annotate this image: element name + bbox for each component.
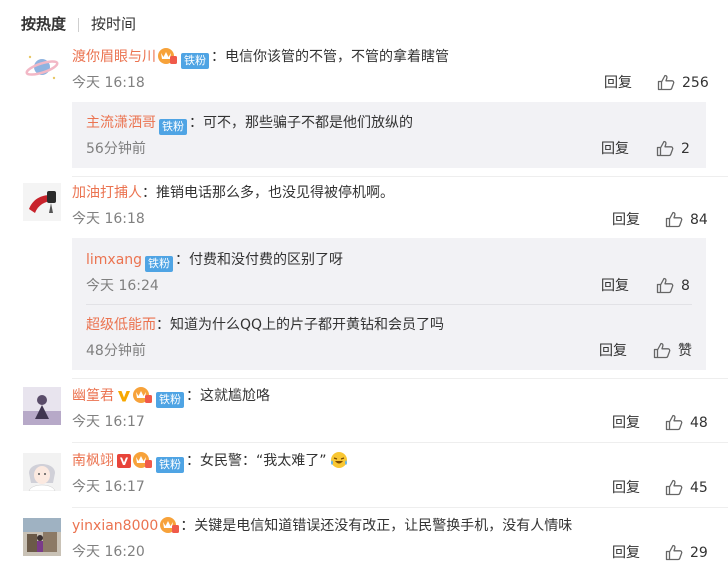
comment-content: yinxian8000 ：关键是电信知道错误还没有改正，让民警换手机，没有人情味: [72, 516, 572, 540]
avatar-outdoor-photo-image: [23, 518, 61, 556]
like-count: 29: [690, 545, 708, 561]
comment-text: ：关键是电信知道错误还没有改正，让民警换手机，没有人情味: [180, 518, 573, 534]
comment-item: yinxian8000 ：关键是电信知道错误还没有改正，让民警换手机，没有人情味 …: [0, 0, 728, 571]
thumbs-up-icon: [665, 544, 683, 561]
reply-button[interactable]: 回复: [612, 543, 640, 563]
avatar[interactable]: [23, 518, 61, 556]
member-crown-icon: [160, 516, 180, 540]
comment-time: 今天 16:20: [72, 544, 145, 560]
comment-username[interactable]: yinxian8000: [72, 518, 158, 534]
